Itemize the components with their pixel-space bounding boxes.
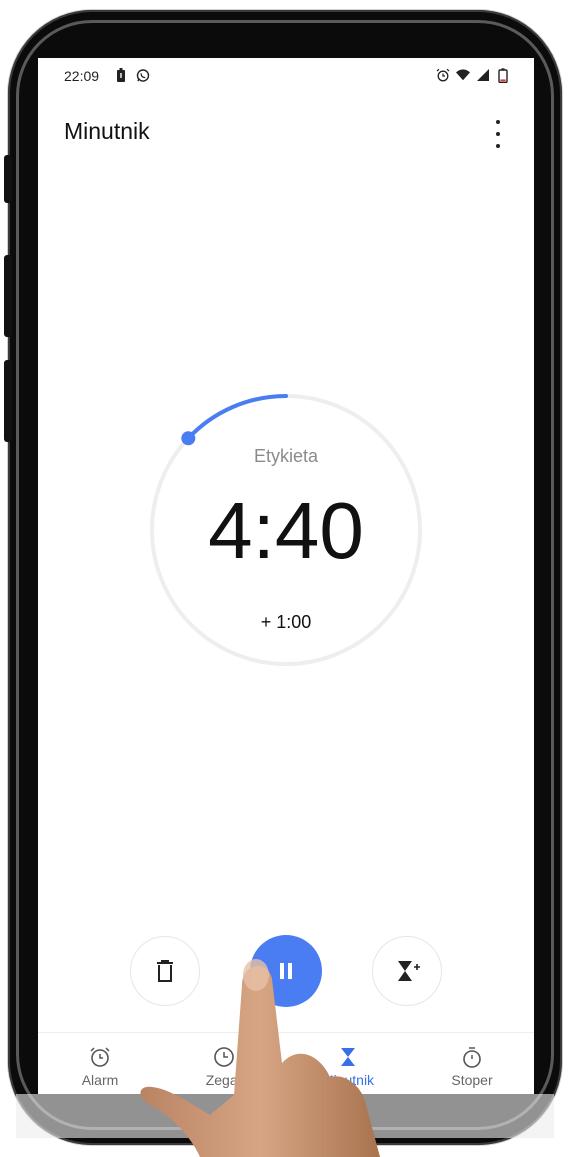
nav-item-alarm[interactable]: Alarm [38,1033,162,1094]
nav-item-zegar[interactable]: Zegar [162,1033,286,1094]
pause-button[interactable] [250,935,322,1007]
phone-side-button [4,155,12,203]
nav-label: Minutnik [321,1072,375,1088]
timer-label[interactable]: Etykieta [150,446,422,467]
add-hourglass-icon [398,961,420,981]
screen: 22:09 Minutnik Etykieta 4:40 + 1:00 Alar… [38,58,534,1094]
alarm-icon [436,67,450,83]
add-minute-button[interactable]: + 1:00 [236,612,336,633]
nav-label: Alarm [81,1072,119,1088]
phone-side-button [4,360,12,442]
nav-item-minutnik[interactable]: Minutnik [286,1033,410,1094]
battery-saver-icon [114,67,128,83]
status-time: 22:09 [64,68,100,84]
stopwatch-icon [460,1045,484,1069]
reflection-strip [16,1094,554,1138]
delete-timer-button[interactable] [130,936,200,1006]
nav-label: Zegar [205,1072,243,1088]
battery-icon [496,67,510,83]
nav-label: Stoper [451,1072,493,1088]
timer-progress-handle [181,431,196,446]
trash-icon [157,960,173,982]
pause-icon [280,963,292,979]
wifi-icon [456,67,470,83]
nav-item-stoper[interactable]: Stoper [410,1033,534,1094]
timer-remaining: 4:40 [208,486,364,575]
phone-side-button [4,255,12,337]
more-options-button[interactable] [488,118,508,150]
more-vertical-icon [496,120,500,124]
add-timer-button[interactable] [372,936,442,1006]
timer-progress-arc [186,394,288,441]
status-bar: 22:09 [38,58,534,94]
signal-icon [476,67,490,83]
alarm-clock-icon [88,1045,112,1069]
hourglass-icon [336,1045,360,1069]
clock-icon [212,1045,236,1069]
more-dot [496,144,500,148]
bottom-navigation: Alarm Zegar Minutnik Stoper [38,1032,534,1094]
more-dot [496,132,500,136]
whatsapp-icon [136,67,150,83]
page-title: Minutnik [64,118,150,144]
